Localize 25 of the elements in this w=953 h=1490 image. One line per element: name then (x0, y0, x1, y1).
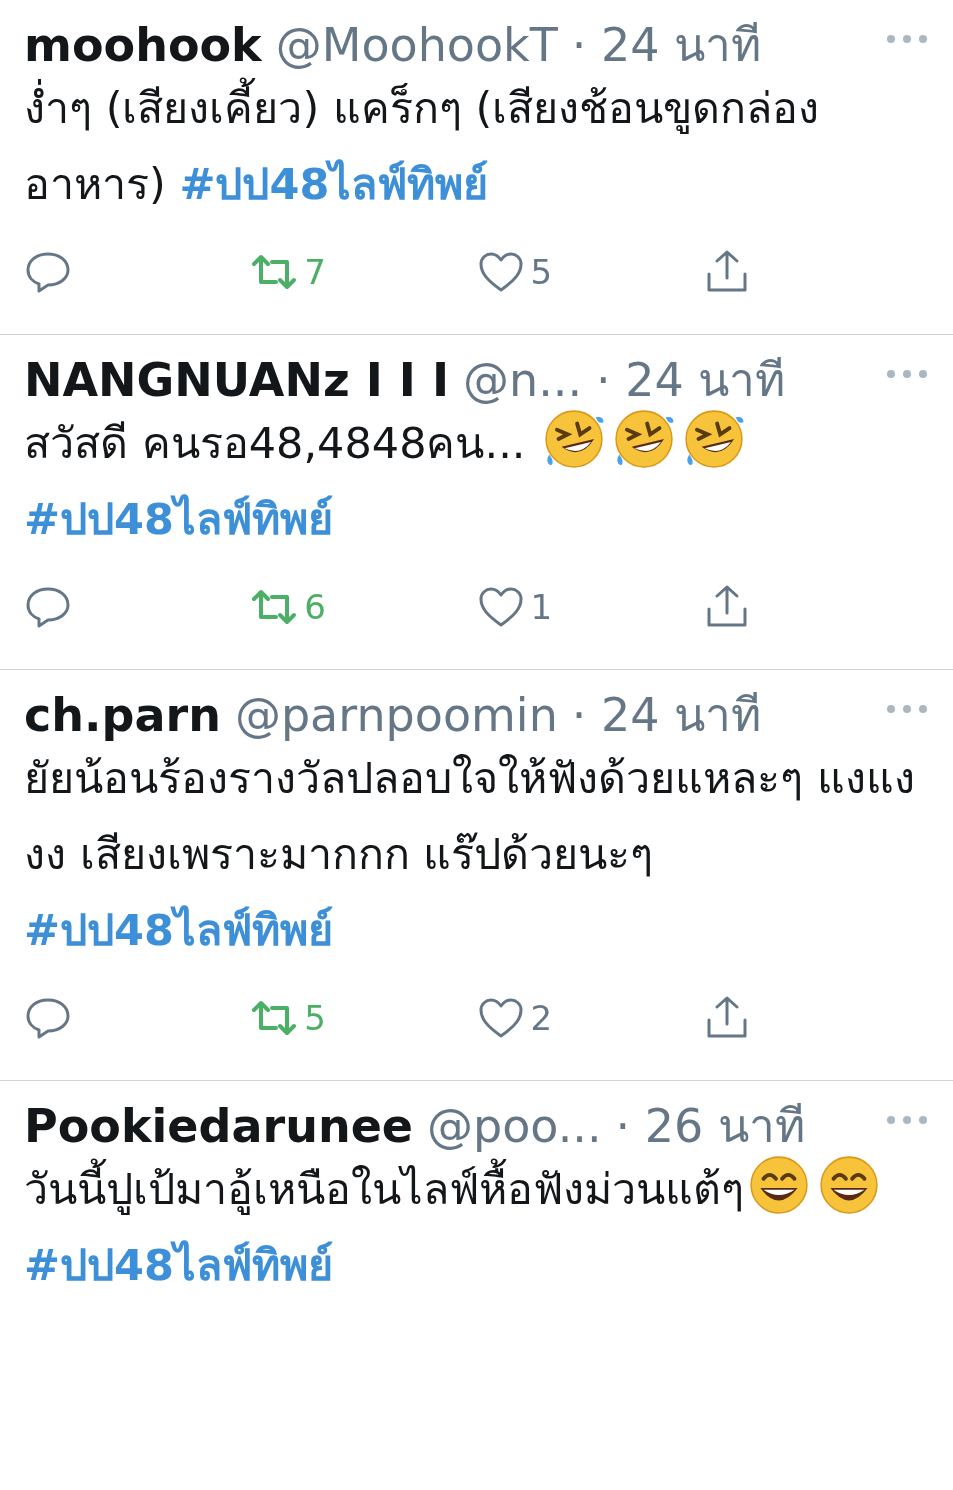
user-handle[interactable]: @n... (463, 353, 583, 407)
like-count: 5 (530, 252, 553, 292)
laughing-face-icon (683, 408, 746, 470)
retweet-count: 5 (304, 998, 326, 1038)
retweet-count: 7 (304, 252, 326, 292)
tweet-text: ยัยน้อนร้องรางวัลปลอบใจให้ฟังด้วยแหละๆ แงแงงง เสียงเพราะมากกก แร๊ปด้วยนะๆ #ปป48ไลฟ์ทิพย์ (24, 752, 916, 957)
user-handle[interactable]: @poo... (427, 1099, 602, 1153)
hashtag-link[interactable]: #ปป48ไลฟ์ทิพย์ (179, 159, 489, 209)
like-count: 2 (530, 998, 553, 1038)
grinning-face-icon (818, 1154, 880, 1216)
hashtag-link[interactable]: #ปป48ไลฟ์ทิพย์ (24, 494, 333, 544)
user-name[interactable]: Pookiedarunee (24, 1099, 414, 1153)
user-name[interactable]: NANGNUANz I I I (24, 353, 450, 407)
grinning-face-icon (748, 1154, 810, 1216)
like-count: 1 (530, 587, 553, 627)
tweet-time: · 24 นาที (571, 687, 762, 744)
laughing-face-icon (543, 408, 606, 470)
user-name[interactable]: ch.parn (24, 688, 221, 742)
hashtag-link[interactable]: #ปป48ไลฟ์ทิพย์ (24, 905, 333, 955)
retweet-count: 6 (304, 587, 326, 627)
laughing-face-icon (613, 408, 676, 470)
user-handle[interactable]: @MoohookT (275, 18, 558, 72)
hashtag-link[interactable]: #ปป48ไลฟ์ทิพย์ (24, 1240, 333, 1290)
user-name[interactable]: moohook (24, 18, 262, 72)
user-handle[interactable]: @parnpoomin (234, 688, 558, 742)
